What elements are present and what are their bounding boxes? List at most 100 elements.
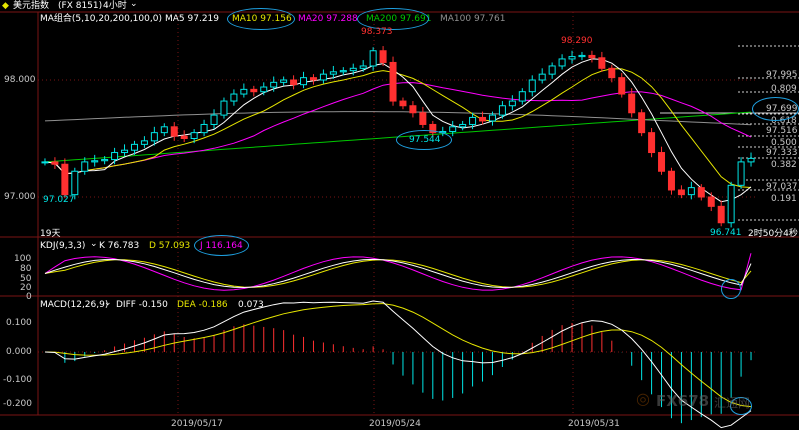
candle-body[interactable] — [369, 50, 377, 67]
kdj-cross-highlight — [721, 279, 741, 299]
candle-body[interactable] — [230, 93, 238, 102]
candle-body[interactable] — [240, 88, 248, 95]
candle-body[interactable] — [409, 105, 417, 114]
candle-body[interactable] — [538, 73, 546, 81]
candle-body[interactable] — [459, 123, 467, 128]
candle-body[interactable] — [180, 135, 188, 140]
candle-body[interactable] — [359, 65, 367, 69]
candle-body[interactable] — [270, 81, 278, 88]
symbol-name[interactable]: 美元指数 — [13, 0, 49, 12]
candle-body[interactable] — [111, 152, 119, 161]
candle-body[interactable] — [170, 126, 178, 137]
candle-body[interactable] — [389, 61, 397, 102]
fib-price-0.191: 97.037 — [766, 182, 798, 192]
watermark-logo-icon: ◎ — [636, 389, 650, 408]
candle-body[interactable] — [667, 170, 675, 191]
candle-body[interactable] — [548, 65, 556, 75]
candle-body[interactable] — [81, 161, 89, 172]
candle-body[interactable] — [121, 149, 129, 154]
macd-dea-value: DEA -0.186 — [177, 300, 228, 310]
candle-body[interactable] — [528, 79, 536, 93]
candle-body[interactable] — [488, 114, 496, 122]
candle-body[interactable] — [498, 105, 506, 116]
kdj-k-value: K 76.783 — [99, 241, 140, 251]
candle-body[interactable] — [707, 196, 715, 207]
macd-panel[interactable] — [44, 300, 752, 429]
watermark-suffix: 汇通网 — [714, 396, 751, 410]
candle-body[interactable] — [329, 71, 337, 75]
candle-body[interactable] — [160, 126, 168, 134]
bar-count: 19天 — [40, 229, 61, 239]
kdj-d-value: D 57.093 — [149, 241, 191, 251]
candle-body[interactable] — [250, 88, 258, 93]
candle-body[interactable] — [508, 100, 516, 107]
date-label-0524: 2019/05/24 — [369, 419, 421, 429]
candle-body[interactable] — [300, 77, 308, 86]
candle-body[interactable] — [309, 77, 317, 81]
macd-axis-neg0.100: -0.100 — [3, 375, 33, 385]
candle-body[interactable] — [469, 116, 477, 125]
candle-body[interactable] — [598, 57, 606, 69]
macd-label[interactable]: MACD(12,26,9) — [40, 299, 108, 311]
candle-body[interactable] — [608, 67, 616, 79]
candle-body[interactable] — [220, 100, 228, 116]
kdj-j-line — [44, 253, 752, 291]
candle-body[interactable] — [697, 187, 705, 198]
candle-body[interactable] — [717, 205, 725, 224]
low-label-end: 96.741 — [710, 228, 742, 238]
ma100-value: MA100 97.761 — [440, 14, 506, 24]
macd-axis-0.100: 0.100 — [6, 318, 32, 328]
candle-body[interactable] — [150, 132, 158, 142]
candle-body[interactable] — [51, 161, 59, 165]
date-label-0531: 2019/05/31 — [568, 419, 620, 429]
candle-body[interactable] — [518, 91, 526, 102]
candle-body[interactable] — [101, 159, 109, 162]
candle-body[interactable] — [71, 170, 79, 196]
candle-body[interactable] — [648, 132, 656, 154]
candle-body[interactable] — [91, 160, 99, 163]
candle-body[interactable] — [727, 184, 735, 224]
candle-body[interactable] — [339, 70, 347, 73]
candle-body[interactable] — [558, 58, 566, 67]
candle-body[interactable] — [210, 114, 218, 125]
kdj-d-line — [44, 259, 752, 288]
candle-body[interactable] — [419, 112, 427, 125]
candle-body[interactable] — [479, 116, 487, 122]
candle-body[interactable] — [379, 50, 387, 63]
candle-body[interactable] — [280, 79, 288, 83]
candle-body[interactable] — [658, 152, 666, 172]
chevron-down-icon[interactable]: ⌄ — [130, 0, 138, 10]
candle-body[interactable] — [61, 163, 69, 196]
ma-combo-label[interactable]: MA组合(5,10,20,200,100,0) — [40, 13, 162, 25]
fib-price-0.500: 97.516 — [766, 126, 798, 136]
macd-histogram-value: 0.073 — [238, 300, 264, 310]
candle-body[interactable] — [140, 140, 148, 145]
candle-body[interactable] — [449, 126, 457, 132]
candle-body[interactable] — [399, 100, 407, 107]
candle-body[interactable] — [737, 161, 745, 186]
candle-body[interactable] — [618, 77, 626, 95]
candle-body[interactable] — [568, 56, 576, 60]
ma5-value: MA5 97.219 — [165, 14, 219, 24]
candle-body[interactable] — [41, 161, 49, 164]
candle-body[interactable] — [260, 86, 268, 93]
macd-diff-line — [44, 300, 752, 429]
candle-body[interactable] — [578, 54, 586, 58]
fib-ratio-0.191: 0.191 — [771, 194, 797, 204]
candle-body[interactable] — [747, 157, 755, 163]
candle-body[interactable] — [200, 123, 208, 134]
candle-body[interactable] — [687, 187, 695, 196]
kdj-j-highlight — [194, 235, 249, 256]
candle-body[interactable] — [677, 189, 685, 196]
candle-body[interactable] — [319, 73, 327, 81]
kdj-label[interactable]: KDJ(9,3,3) — [40, 240, 85, 252]
candle-body[interactable] — [638, 112, 646, 134]
candle-body[interactable] — [290, 79, 298, 86]
period-selector[interactable]: 4小时 — [103, 0, 127, 12]
candle-body[interactable] — [628, 93, 636, 114]
candle-body[interactable] — [190, 132, 198, 139]
kdj-panel[interactable] — [44, 253, 752, 291]
candle-body[interactable] — [349, 67, 357, 72]
candle-body[interactable] — [588, 54, 596, 59]
candle-body[interactable] — [130, 143, 138, 151]
